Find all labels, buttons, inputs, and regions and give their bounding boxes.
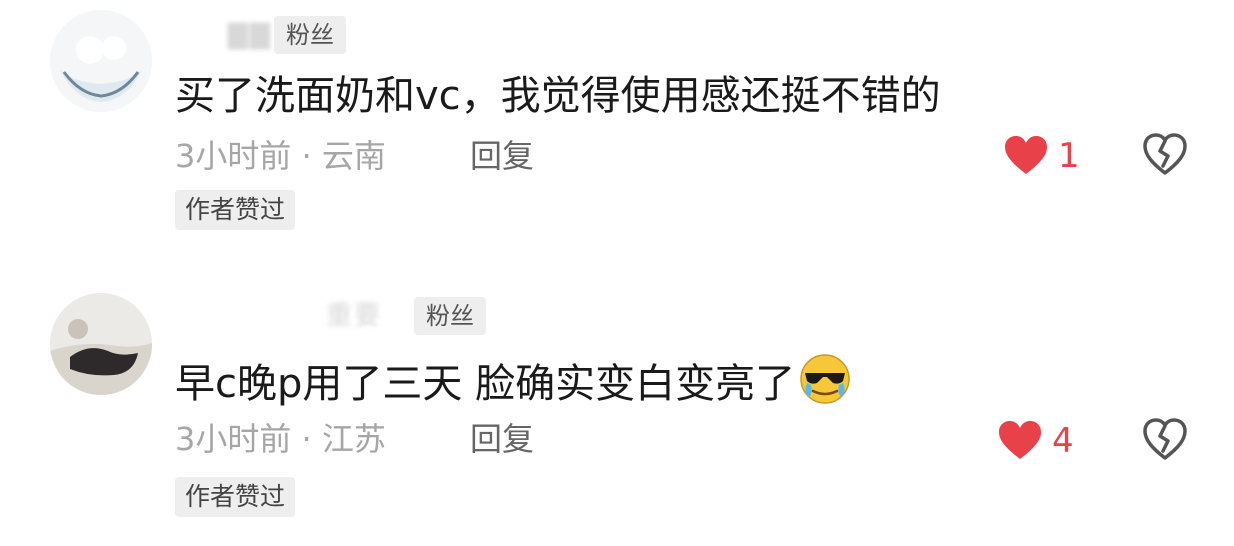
reply-button[interactable]: 回复 [470, 419, 534, 459]
username[interactable]: 重要 [326, 295, 382, 332]
cool-crying-emoji-icon [800, 354, 850, 404]
heart-icon[interactable] [1003, 134, 1049, 176]
broken-heart-icon[interactable] [1142, 132, 1188, 176]
like-count: 4 [1052, 421, 1074, 461]
fan-badge: 粉丝 [414, 297, 486, 335]
comment-text: 早c晚p用了三天 脸确实变白变亮了 [175, 353, 851, 408]
author-liked-badge: 作者赞过 [175, 190, 296, 230]
username[interactable]: ▇▇ [228, 20, 272, 50]
like-count: 1 [1058, 136, 1080, 176]
comment-item: 重要 粉丝 早c晚p用了三天 脸确实变白变亮了 3小时前 · 江苏 回复 4 作… [0, 273, 1234, 546]
avatar-image [50, 10, 152, 112]
comment-item: ▇▇ 粉丝 买了洗面奶和vc，我觉得使用感还挺不错的 3小时前 · 云南 回复 … [0, 0, 1234, 273]
avatar[interactable] [50, 10, 152, 112]
comment-time-location: 3小时前 · 云南 [175, 137, 386, 175]
comment-text-content: 早c晚p用了三天 脸确实变白变亮了 [175, 361, 796, 407]
reply-button[interactable]: 回复 [470, 136, 534, 176]
author-liked-badge: 作者赞过 [175, 477, 296, 517]
comment-text: 买了洗面奶和vc，我觉得使用感还挺不错的 [175, 73, 941, 119]
comment-time-location: 3小时前 · 江苏 [175, 420, 386, 458]
avatar-image [50, 293, 152, 395]
broken-heart-icon[interactable] [1142, 417, 1188, 461]
fan-badge: 粉丝 [274, 16, 346, 54]
avatar[interactable] [50, 293, 152, 395]
heart-icon[interactable] [997, 419, 1043, 461]
